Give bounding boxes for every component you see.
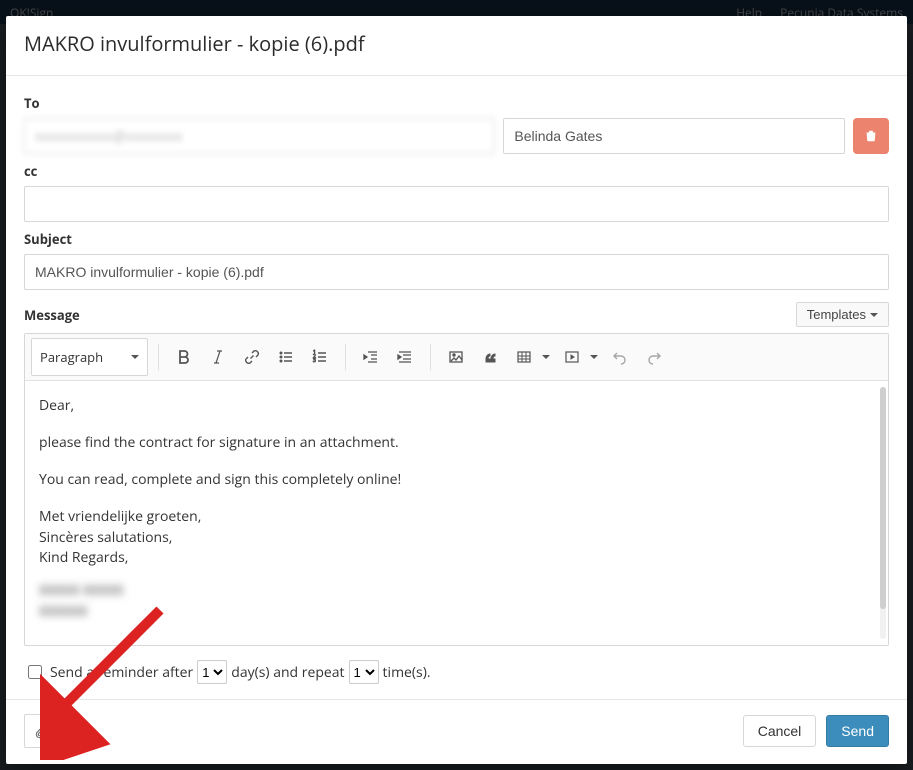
reminder-label-before: Send a reminder after [50,663,193,682]
redo-icon [646,349,662,365]
media-icon [564,349,580,365]
svg-text:3: 3 [313,358,316,364]
bold-icon [176,349,192,365]
table-options-button[interactable] [539,343,553,371]
signature-line: Met vriendelijke groeten, [39,508,874,527]
paragraph-style-select[interactable]: Paragraph [31,338,148,376]
editor-body[interactable]: Dear, please find the contract for signa… [25,381,888,645]
undo-button[interactable] [605,343,635,371]
cancel-button[interactable]: Cancel [743,715,817,747]
blockquote-button[interactable] [475,343,505,371]
chevron-down-icon [131,355,139,359]
outdent-icon [363,349,379,365]
redo-button[interactable] [639,343,669,371]
compose-dialog: MAKRO invulformulier - kopie (6).pdf To … [6,16,907,764]
media-button[interactable] [557,343,587,371]
italic-button[interactable] [203,343,233,371]
reminder-days-select[interactable]: 1 [197,660,227,684]
subject-input[interactable] [24,254,889,290]
table-button[interactable] [509,343,539,371]
indent-icon [397,349,413,365]
image-icon [448,349,464,365]
indent-button[interactable] [390,343,420,371]
image-button[interactable] [441,343,471,371]
ordered-list-button[interactable]: 123 [305,343,335,371]
paperclip-icon [34,723,50,739]
reminder-times-unit: time(s). [383,663,431,682]
bullet-list-icon [278,349,294,365]
to-label: To [24,94,889,112]
subject-label: Subject [24,230,889,248]
outdent-button[interactable] [356,343,386,371]
italic-icon [210,349,226,365]
signature-name: XXXXX XXXXX [39,582,874,601]
message-line: You can read, complete and sign this com… [39,471,874,490]
chevron-down-icon [870,313,878,317]
message-label: Message [24,306,80,324]
to-name-input[interactable] [503,118,845,154]
rich-text-editor: Paragraph 123 [24,333,889,646]
dialog-title: MAKRO invulformulier - kopie (6).pdf [24,30,889,57]
reminder-days-unit: day(s) and repeat [231,663,344,682]
remove-recipient-button[interactable] [853,118,889,154]
table-icon [516,349,532,365]
send-button[interactable]: Send [826,715,889,747]
editor-toolbar: Paragraph 123 [25,334,888,381]
media-options-button[interactable] [587,343,601,371]
signature-line: Kind Regards, [39,549,874,568]
trash-icon [864,129,878,143]
dialog-header: MAKRO invulformulier - kopie (6).pdf [6,16,907,76]
cc-input[interactable] [24,186,889,222]
cc-label: cc [24,162,889,180]
bold-button[interactable] [169,343,199,371]
signature-title: XXXXXX [39,603,874,622]
message-line: Dear, [39,397,874,416]
reminder-row: Send a reminder after 1 day(s) and repea… [24,660,889,684]
paragraph-style-value: Paragraph [40,348,103,366]
link-button[interactable] [237,343,267,371]
to-email-input[interactable] [24,118,495,154]
reminder-checkbox[interactable] [28,665,42,679]
templates-label: Templates [807,307,866,322]
message-line: please find the contract for signature i… [39,434,874,453]
link-icon [244,349,260,365]
chevron-down-icon [590,355,598,359]
dialog-footer: Cancel Send [6,699,907,764]
ordered-list-icon: 123 [312,349,328,365]
signature-line: Sincères salutations, [39,529,874,548]
bullet-list-button[interactable] [271,343,301,371]
attach-button[interactable] [24,714,60,748]
chevron-down-icon [542,355,550,359]
dialog-body: To cc Subject Message Templates P [6,76,907,699]
quote-icon [482,349,498,365]
reminder-times-select[interactable]: 1 [349,660,379,684]
editor-scrollbar[interactable] [880,387,886,639]
undo-icon [612,349,628,365]
templates-dropdown[interactable]: Templates [796,302,889,327]
